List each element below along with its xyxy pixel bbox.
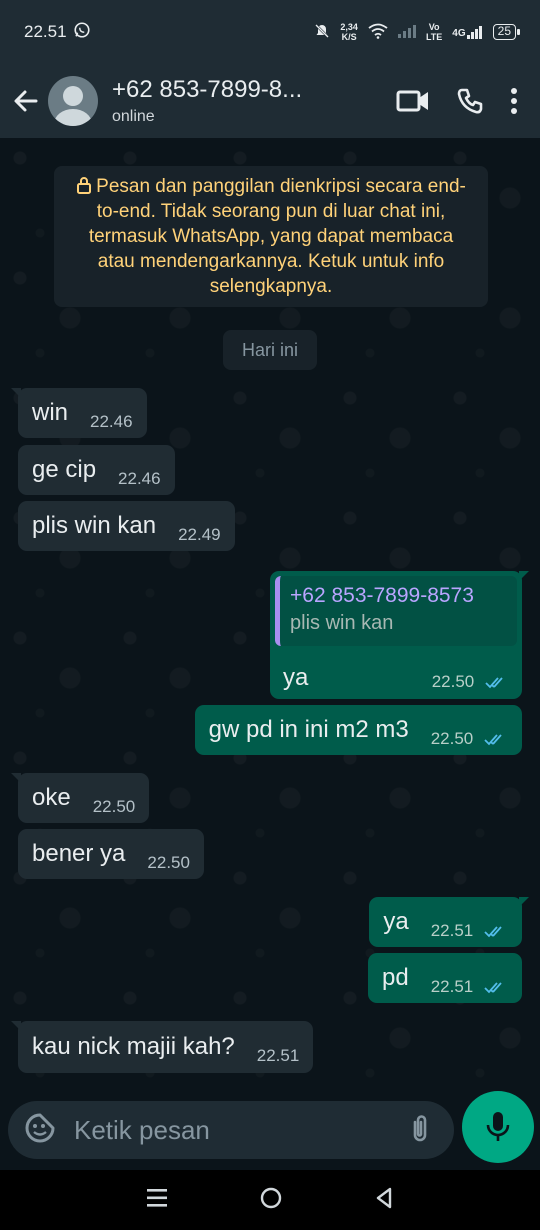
more-options-button[interactable] bbox=[510, 87, 518, 115]
quoted-message[interactable]: +62 853-7899-8573 plis win kan bbox=[275, 576, 517, 646]
system-nav-bar bbox=[0, 1170, 540, 1230]
contact-status: online bbox=[112, 108, 155, 125]
message-incoming[interactable]: bener ya 22.50 bbox=[18, 829, 204, 879]
read-ticks-icon bbox=[484, 925, 502, 937]
message-incoming[interactable]: kau nick majii kah? 22.51 bbox=[10, 1021, 314, 1073]
status-right: 2,34 K/S Vo LTE 4G 25 bbox=[314, 22, 521, 42]
header-actions bbox=[396, 87, 518, 115]
status-left: 22.51 bbox=[24, 21, 91, 44]
volte-indicator: Vo LTE bbox=[426, 22, 442, 42]
read-ticks-icon bbox=[485, 676, 503, 688]
voice-message-button[interactable] bbox=[462, 1091, 534, 1163]
status-bar: 22.51 2,34 K/S Vo LTE 4G 25 bbox=[0, 0, 540, 64]
signal-strong-icon bbox=[466, 26, 482, 39]
message-text: plis win kan bbox=[32, 512, 157, 539]
message-time: 22.46 bbox=[118, 469, 161, 488]
message-meta: 22.51 bbox=[431, 977, 508, 997]
speed-unit: K/S bbox=[341, 32, 357, 42]
network-gen: 4G bbox=[452, 28, 466, 39]
contact-name: +62 853-7899-8... bbox=[112, 76, 303, 103]
encryption-notice[interactable]: Pesan dan panggilan dienkripsi secara en… bbox=[54, 166, 488, 307]
message-text: ya bbox=[283, 664, 309, 691]
recents-button[interactable] bbox=[145, 1187, 169, 1214]
status-time: 22.51 bbox=[24, 22, 67, 41]
quoted-sender: +62 853-7899-8573 bbox=[290, 584, 474, 607]
chat-area[interactable]: Pesan dan panggilan dienkripsi secara en… bbox=[0, 138, 540, 1090]
message-time: 22.50 bbox=[430, 729, 474, 748]
contact-info[interactable]: +62 853-7899-8... online bbox=[112, 76, 396, 126]
composer-bar bbox=[0, 1090, 540, 1170]
message-text: win bbox=[32, 399, 69, 426]
back-nav-button[interactable] bbox=[373, 1186, 395, 1215]
message-text: gw pd in ini m2 m3 bbox=[208, 716, 409, 743]
message-text: ya bbox=[383, 908, 409, 935]
message-outgoing-reply[interactable]: +62 853-7899-8573 plis win kan ya 22.50 bbox=[270, 571, 529, 699]
message-incoming[interactable]: ge cip 22.46 bbox=[18, 445, 175, 495]
message-time: 22.50 bbox=[431, 672, 475, 691]
quoted-text: plis win kan bbox=[290, 612, 394, 634]
video-call-button[interactable] bbox=[396, 88, 430, 114]
video-camera-icon bbox=[396, 90, 428, 112]
encryption-text: Pesan dan panggilan dienkripsi secara en… bbox=[88, 176, 466, 297]
mute-icon bbox=[314, 23, 330, 42]
back-triangle-icon bbox=[376, 1187, 392, 1208]
message-meta: 22.50 bbox=[432, 672, 509, 692]
message-text: oke bbox=[32, 784, 71, 811]
message-time: 22.51 bbox=[430, 977, 474, 996]
message-time: 22.51 bbox=[430, 921, 474, 940]
message-outgoing[interactable]: gw pd in ini m2 m3 22.50 bbox=[194, 705, 522, 755]
message-input[interactable] bbox=[74, 1114, 409, 1146]
message-text: pd bbox=[382, 964, 409, 991]
message-text: bener ya bbox=[32, 840, 126, 867]
home-circle-icon bbox=[260, 1187, 282, 1208]
signal-weak-icon bbox=[397, 24, 416, 41]
back-arrow-icon bbox=[14, 90, 38, 112]
voice-call-button[interactable] bbox=[456, 87, 484, 115]
back-button[interactable] bbox=[4, 71, 48, 131]
message-incoming[interactable]: win 22.46 bbox=[11, 388, 147, 438]
paperclip-icon bbox=[413, 1114, 427, 1141]
chat-header: +62 853-7899-8... online bbox=[0, 64, 540, 138]
message-incoming[interactable]: oke 22.50 bbox=[10, 773, 150, 823]
message-meta: 22.51 bbox=[431, 921, 508, 941]
day-separator: Hari ini bbox=[223, 330, 317, 370]
composer bbox=[8, 1101, 498, 1159]
message-text: kau nick majii kah? bbox=[32, 1033, 235, 1060]
home-button[interactable] bbox=[259, 1186, 283, 1215]
read-ticks-icon bbox=[484, 981, 502, 993]
message-time: 22.50 bbox=[92, 797, 136, 816]
battery-indicator: 25 bbox=[492, 24, 521, 40]
emoji-button[interactable] bbox=[24, 1112, 56, 1149]
read-ticks-icon bbox=[484, 733, 502, 745]
more-vert-icon bbox=[511, 88, 517, 114]
phone-icon bbox=[457, 88, 483, 114]
network-top: Vo bbox=[428, 22, 440, 32]
message-outgoing[interactable]: pd 22.51 bbox=[368, 953, 522, 1003]
message-meta: 22.50 bbox=[431, 729, 508, 749]
message-time: 22.51 bbox=[256, 1046, 300, 1065]
attach-button[interactable] bbox=[409, 1112, 431, 1149]
message-time: 22.46 bbox=[90, 412, 133, 431]
wifi-icon bbox=[368, 23, 388, 42]
microphone-icon bbox=[486, 1112, 510, 1141]
speed-value: 2,34 bbox=[340, 22, 358, 32]
emoji-sticker-icon bbox=[25, 1113, 55, 1142]
lock-icon bbox=[77, 177, 92, 194]
message-incoming[interactable]: plis win kan 22.49 bbox=[18, 501, 235, 551]
whatsapp-notification-icon bbox=[73, 21, 91, 44]
reply-content: ya 22.50 bbox=[275, 646, 517, 692]
network-speed: 2,34 K/S bbox=[340, 22, 358, 42]
message-text: ge cip bbox=[32, 456, 97, 483]
message-time: 22.50 bbox=[147, 853, 190, 872]
message-outgoing[interactable]: ya 22.51 bbox=[369, 897, 529, 947]
message-time: 22.49 bbox=[178, 525, 221, 544]
network-bottom: LTE bbox=[425, 32, 443, 42]
contact-avatar[interactable] bbox=[48, 76, 98, 126]
menu-lines-icon bbox=[147, 1188, 167, 1207]
signal-4g-indicator: 4G bbox=[452, 25, 482, 39]
